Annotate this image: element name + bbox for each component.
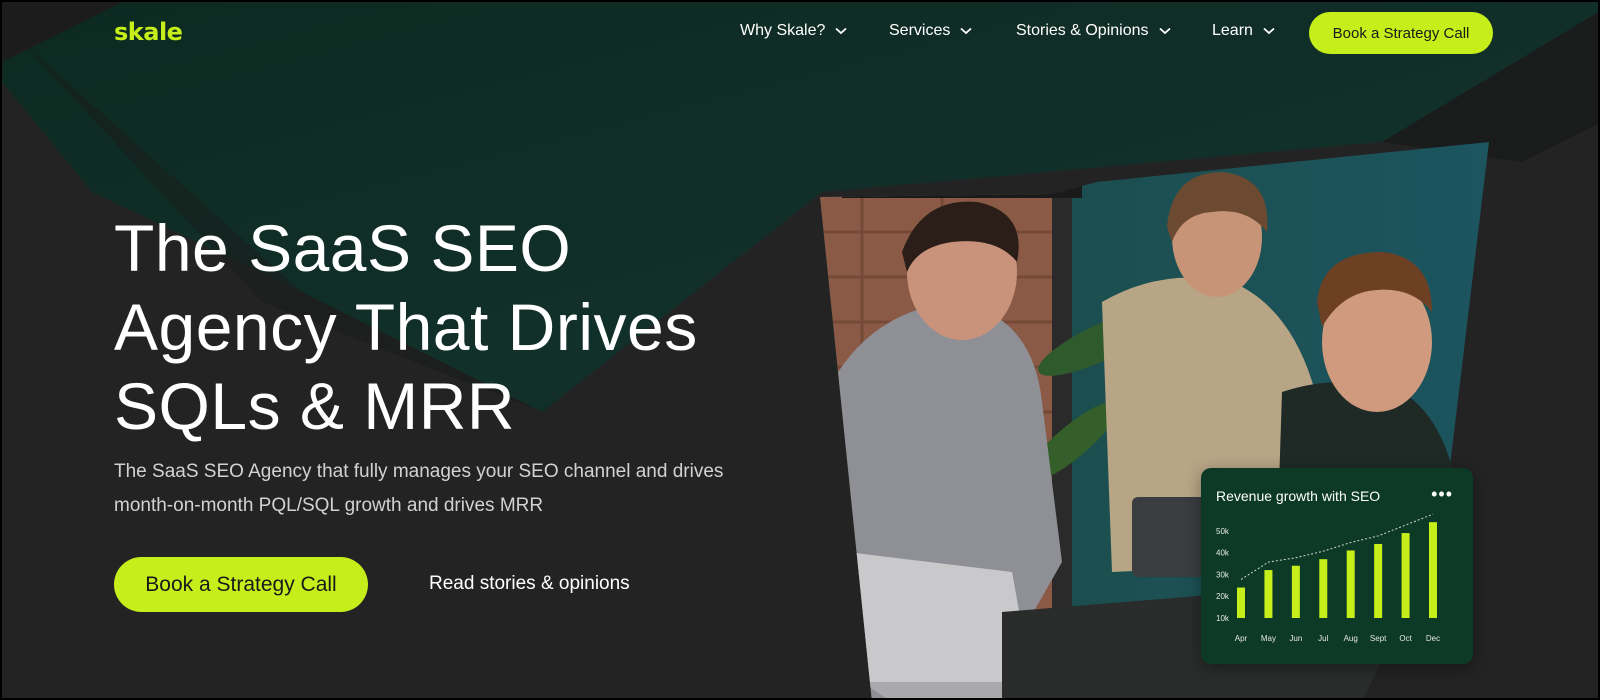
chevron-down-icon — [1263, 27, 1275, 35]
chevron-down-icon — [960, 27, 972, 35]
nav-item-learn[interactable]: Learn — [1212, 22, 1275, 40]
x-tick-label: Jun — [1289, 634, 1302, 643]
nav-item-label: Services — [889, 22, 951, 39]
nav-item-why-skale[interactable]: Why Skale? — [740, 22, 847, 40]
chart-bar — [1237, 587, 1245, 618]
chevron-down-icon — [1158, 27, 1171, 35]
hero-title-line: Agency That Drives — [114, 290, 698, 364]
x-tick-label: Aug — [1344, 634, 1358, 643]
top-navigation: skale Why Skale? Services Stories & Opin… — [2, 12, 1598, 54]
hero-subtitle: The SaaS SEO Agency that fully manages y… — [114, 455, 774, 523]
book-strategy-call-hero-button[interactable]: Book a Strategy Call — [114, 557, 368, 612]
chart-bar — [1374, 543, 1383, 618]
skale-logo[interactable]: skale — [114, 18, 183, 46]
hero-title-line: The SaaS SEO — [114, 211, 572, 285]
y-tick-label: 50k — [1216, 527, 1230, 536]
y-tick-label: 40k — [1216, 549, 1230, 558]
chart-bar — [1291, 565, 1300, 618]
chart-bar — [1346, 550, 1355, 618]
book-strategy-call-nav-button[interactable]: Book a Strategy Call — [1309, 12, 1493, 54]
nav-item-stories-opinions[interactable]: Stories & Opinions — [1016, 22, 1171, 40]
y-tick-label: 10k — [1216, 614, 1230, 623]
page-frame: skale Why Skale? Services Stories & Opin… — [0, 0, 1600, 700]
nav-item-label: Learn — [1212, 22, 1253, 39]
x-tick-label: Oct — [1399, 634, 1412, 643]
chevron-down-icon — [835, 27, 847, 35]
revenue-chart-card: Revenue growth with SEO ••• 50k 40k 30k 20k… — [1201, 468, 1473, 664]
revenue-bar-chart: 50k 40k 30k 20k 10k Apr May Jun Jul Aug Sept Oct Dec — [1216, 513, 1440, 643]
nav-item-services[interactable]: Services — [889, 22, 972, 40]
hero-title: The SaaS SEO Agency That Drives SQLs & M… — [114, 209, 794, 446]
chart-bar — [1264, 570, 1273, 618]
x-tick-label: Jul — [1318, 634, 1328, 643]
chart-bar — [1319, 559, 1328, 618]
x-tick-label: May — [1261, 634, 1276, 643]
chart-bar — [1401, 533, 1410, 618]
x-tick-label: Dec — [1426, 634, 1440, 643]
read-stories-link[interactable]: Read stories & opinions — [429, 573, 630, 595]
x-tick-label: Sept — [1370, 634, 1387, 643]
y-tick-label: 30k — [1216, 570, 1230, 579]
hero-title-line: SQLs & MRR — [114, 369, 516, 443]
chart-bar — [1429, 522, 1437, 618]
x-tick-label: Apr — [1235, 634, 1248, 643]
y-tick-label: 20k — [1216, 592, 1230, 601]
hero-subtitle-line: The SaaS SEO Agency that fully manages y… — [114, 461, 724, 482]
nav-item-label: Stories & Opinions — [1016, 22, 1149, 39]
hero-subtitle-line: month-on-month PQL/SQL growth and drives… — [114, 495, 544, 516]
nav-item-label: Why Skale? — [740, 22, 826, 39]
